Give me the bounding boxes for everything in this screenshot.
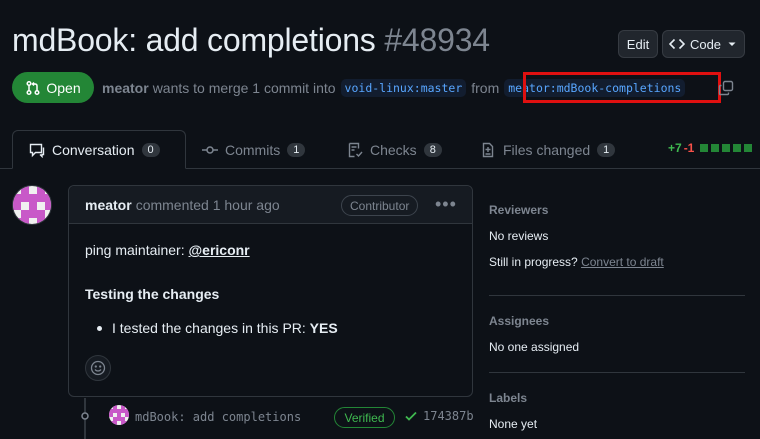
in-progress-text: Still in progress? [489,255,578,269]
tab-count: 0 [141,142,160,157]
contributor-badge: Contributor [341,195,419,216]
status-badge: Open [12,72,94,103]
tab-label: Commits [225,141,281,158]
list-item: I tested the changes in this PR: YES [97,320,338,336]
labels-heading[interactable]: Labels [489,391,527,405]
comment-author[interactable]: meator [85,197,132,213]
comment-icon [29,143,45,158]
reviewers-heading[interactable]: Reviewers [489,203,548,217]
code-icon [668,38,685,50]
git-commit-icon [78,409,92,428]
base-branch[interactable]: void-linux:master [340,79,467,97]
sha-text: 174387b [423,409,474,423]
diffstat-deletions: -1 [683,141,695,155]
labels-value: None yet [489,417,538,431]
diffstat-square [711,144,720,152]
kebab-menu-icon[interactable]: ••• [435,194,457,215]
tab-label: Checks [370,141,417,158]
commit-avatar[interactable] [109,405,129,425]
pr-number: #48934 [384,22,490,58]
reviewers-value: No reviews [489,229,549,243]
smiley-icon [90,360,106,376]
comment-ping: ping maintainer: @ericonr [85,242,250,258]
status-label: Open [46,79,81,96]
bullet-value: YES [309,320,338,336]
tab-checks[interactable]: Checks 8 [347,130,442,169]
tab-label: Conversation [52,141,135,158]
page-title: mdBook: add completions #48934 [12,22,490,59]
merge-text: wants to merge 1 commit into [152,80,336,96]
diffstat: +7 -1 [668,141,753,155]
tab-count: 8 [423,142,442,157]
comment-box: meator commented 1 hour ago Contributor … [68,185,473,397]
git-commit-icon [202,145,218,154]
checklist-icon [348,142,363,157]
author-link[interactable]: meator [102,80,149,96]
pr-title: mdBook: add completions [12,22,376,58]
commit-message[interactable]: mdBook: add completions [135,410,301,424]
commit-sha[interactable]: 174387b [404,409,474,423]
tab-files-changed[interactable]: Files changed 1 [480,130,616,169]
add-reaction-button[interactable] [85,355,111,381]
diffstat-square [733,144,742,152]
tab-commits[interactable]: Commits 1 [202,130,306,169]
file-diff-icon [482,142,494,157]
comment-heading: Testing the changes [85,286,220,302]
sidebar-divider [489,372,745,373]
avatar[interactable] [12,185,52,225]
tab-label: Files changed [503,141,591,158]
diffstat-square [744,144,753,152]
highlight-box [523,72,721,103]
diffstat-square [722,144,731,152]
mention-link[interactable]: @ericonr [189,242,250,258]
tab-count: 1 [287,142,306,157]
check-icon [405,411,417,421]
code-button-label: Code [689,36,722,52]
bullet-text: I tested the changes in this PR: [112,320,310,336]
code-button[interactable]: Code [662,30,745,58]
edit-button[interactable]: Edit [618,30,658,58]
comment-meta[interactable]: commented 1 hour ago [136,197,280,213]
tab-conversation[interactable]: Conversation 0 [12,130,186,169]
bullet-icon [97,325,102,331]
assignees-heading[interactable]: Assignees [489,314,549,328]
copy-icon[interactable] [718,80,734,101]
diffstat-additions: +7 [668,141,682,155]
diffstat-square [700,144,709,152]
chevron-down-icon [728,42,736,46]
convert-to-draft-link[interactable]: Convert to draft [581,255,664,269]
tab-count: 1 [597,142,616,157]
draft-prompt: Still in progress? Convert to draft [489,255,664,269]
git-pull-request-icon [26,80,40,95]
verified-badge[interactable]: Verified [334,407,395,428]
assignees-value: No one assigned [489,340,580,354]
sidebar-divider [489,295,745,296]
ping-text: ping maintainer: [85,242,189,258]
from-text: from [471,80,500,96]
